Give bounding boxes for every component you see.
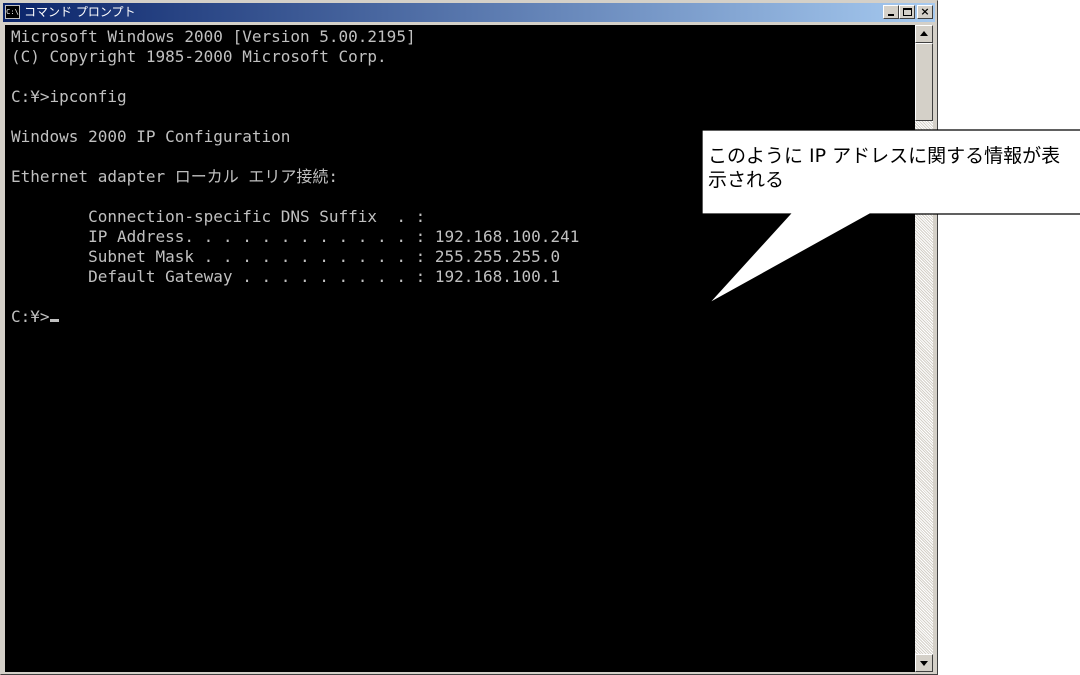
console-output[interactable]: Microsoft Windows 2000 [Version 5.00.219… [5,25,915,672]
title-bar[interactable]: C:\ コマンド プロンプト × [3,3,935,22]
console-line: (C) Copyright 1985-2000 Microsoft Corp. [11,47,387,66]
console-line: Connection-specific DNS Suffix . : [11,207,426,226]
close-icon: × [920,5,930,18]
console-line: Default Gateway . . . . . . . . . : 192.… [11,267,561,286]
console-line: Microsoft Windows 2000 [Version 5.00.219… [11,27,416,46]
scroll-thumb[interactable] [915,43,933,121]
console-line: IP Address. . . . . . . . . . . . : 192.… [11,227,580,246]
callout-text: このように IP アドレスに関する情報が表示される [708,145,1061,191]
arrow-down-icon [920,661,928,666]
minimize-button[interactable] [883,5,899,19]
command-prompt-window: C:\ コマンド プロンプト × Microsoft Windows 2000 … [0,0,938,675]
console-line: C:¥> [11,307,915,327]
window-title: コマンド プロンプト [24,5,136,19]
minimize-icon [888,14,894,16]
scroll-up-button[interactable] [915,25,933,43]
arrow-up-icon [920,31,928,36]
maximize-icon [903,8,912,16]
close-button[interactable]: × [917,5,933,19]
scroll-down-button[interactable] [915,654,933,672]
console-line: C:¥>ipconfig [11,87,127,106]
console-line: Subnet Mask . . . . . . . . . . . : 255.… [11,247,561,266]
maximize-button[interactable] [899,5,915,19]
text-cursor [49,319,59,322]
vertical-scrollbar[interactable] [915,25,933,672]
console-app-icon[interactable]: C:\ [5,5,20,19]
